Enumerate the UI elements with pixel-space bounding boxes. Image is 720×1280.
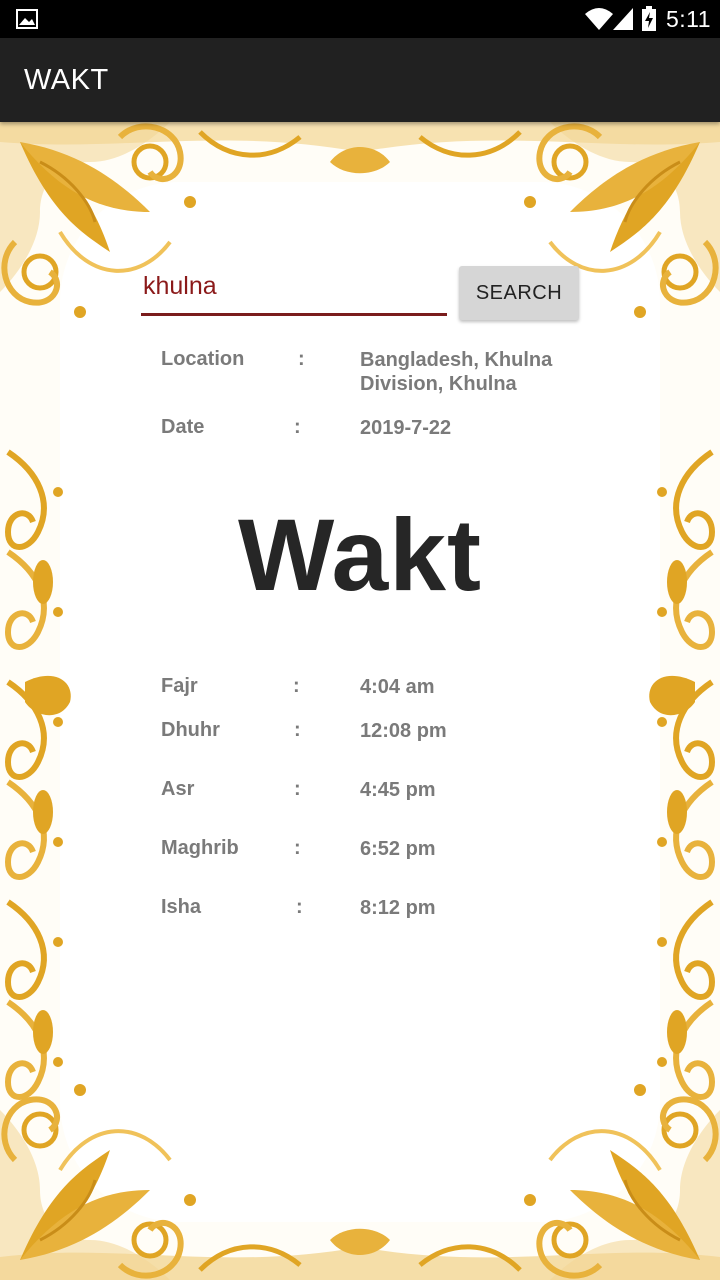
location-value-line1: Bangladesh, Khulna: [360, 349, 553, 371]
prayer-time-asr: 4:45 pm: [360, 779, 436, 801]
app-heading: Wakt: [238, 498, 482, 612]
date-label: Date: [161, 416, 205, 438]
prayer-name-asr: Asr: [161, 778, 195, 800]
prayer-name-dhuhr: Dhuhr: [161, 719, 220, 741]
prayer-time-maghrib: 6:52 pm: [360, 838, 436, 860]
prayer-separator: :: [293, 675, 300, 697]
prayer-time-fajr: 4:04 am: [360, 676, 435, 698]
prayer-time-dhuhr: 12:08 pm: [360, 720, 447, 742]
location-value: Bangladesh, Khulna Division, Khulna: [360, 348, 552, 396]
app-title: WAKT: [24, 64, 109, 96]
prayer-name-maghrib: Maghrib: [161, 837, 239, 859]
main-content: SEARCH Location : Bangladesh, Khulna Div…: [0, 122, 720, 1280]
signal-icon: [613, 8, 633, 30]
city-search-input[interactable]: [141, 266, 447, 316]
status-bar: 5:11: [0, 0, 720, 38]
prayer-separator: :: [294, 837, 301, 859]
app-bar: WAKT: [0, 38, 720, 122]
prayer-separator: :: [294, 778, 301, 800]
image-icon: [16, 9, 38, 29]
clock-time: 5:11: [666, 6, 712, 32]
location-label: Location: [161, 348, 245, 370]
location-separator: :: [298, 348, 305, 370]
prayer-name-isha: Isha: [161, 896, 202, 918]
prayer-separator: :: [294, 719, 301, 741]
wifi-icon: [585, 8, 613, 30]
prayer-name-fajr: Fajr: [161, 675, 198, 697]
prayer-time-isha: 8:12 pm: [360, 897, 436, 919]
date-separator: :: [294, 416, 301, 438]
location-value-line2: Division, Khulna: [360, 373, 517, 395]
battery-charging-icon: [642, 6, 656, 31]
date-value: 2019-7-22: [360, 417, 452, 439]
search-button[interactable]: SEARCH: [459, 266, 579, 320]
prayer-separator: :: [296, 896, 303, 918]
